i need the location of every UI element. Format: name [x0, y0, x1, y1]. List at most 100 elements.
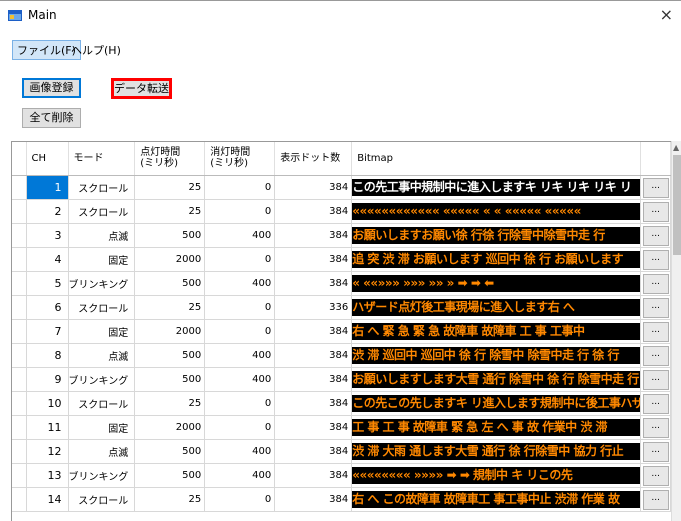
row-header[interactable] [12, 199, 27, 224]
cell-off-time[interactable]: 400 [204, 343, 276, 368]
cell-ch[interactable]: 12 [26, 439, 69, 464]
cell-ch[interactable]: 6 [26, 295, 69, 320]
column-header-off-time[interactable]: 消灯時間 (ミリ秒) [204, 142, 276, 176]
table-row[interactable]: 3 点滅 500 400 384 お願いしますお願い徐 行徐 行除雪中除雪中走 行... [12, 223, 672, 248]
cell-dot-count[interactable]: 384 [274, 223, 353, 248]
row-header[interactable] [12, 439, 27, 464]
cell-on-time[interactable]: 25 [134, 199, 206, 224]
cell-on-time[interactable]: 25 [134, 175, 206, 200]
row-header[interactable] [12, 223, 27, 248]
cell-mode[interactable]: スクロール [68, 199, 136, 224]
row-header[interactable] [12, 463, 27, 488]
cell-edit[interactable]: ... [640, 295, 672, 320]
cell-ch[interactable]: 1 [26, 175, 69, 200]
cell-mode[interactable]: 固定 [68, 247, 136, 272]
cell-on-time[interactable]: 25 [134, 487, 206, 512]
cell-mode[interactable]: 固定 [68, 415, 136, 440]
cell-mode[interactable]: 固定 [68, 319, 136, 344]
cell-mode[interactable]: スクロール [68, 487, 136, 512]
table-row[interactable]: 12 点滅 500 400 384 渋 滞 大雨 通します大雪 通行 徐 行除雪中 協力 … [12, 439, 672, 464]
cell-dot-count[interactable]: 384 [274, 391, 353, 416]
cell-off-time[interactable]: 400 [204, 463, 276, 488]
row-header[interactable] [12, 175, 27, 200]
image-register-button[interactable]: 画像登録 [22, 78, 81, 98]
cell-off-time[interactable]: 0 [204, 487, 276, 512]
cell-ch[interactable]: 13 [26, 463, 69, 488]
cell-on-time[interactable]: 2000 [134, 319, 206, 344]
cell-off-time[interactable]: 0 [204, 199, 276, 224]
cell-ch[interactable]: 5 [26, 271, 69, 296]
row-header[interactable] [12, 367, 27, 392]
row-header[interactable] [12, 391, 27, 416]
cell-ch[interactable]: 10 [26, 391, 69, 416]
cell-mode[interactable]: スクロール [68, 295, 136, 320]
cell-edit[interactable]: ... [640, 271, 672, 296]
clear-all-button[interactable]: 全て削除 [22, 108, 81, 128]
table-row[interactable]: 10 スクロール 25 0 384 この先この先しますキ リ進入します規制中に後工事ハザー… [12, 391, 672, 416]
row-edit-button[interactable]: ... [642, 417, 669, 438]
column-header-dot-count[interactable]: 表示ドット数 [274, 142, 353, 176]
scroll-up-icon[interactable]: ▲ [673, 143, 679, 152]
table-row[interactable]: 7 固定 2000 0 384 右 へ 緊 急 緊 急 故障車 故障車 工 事 工事中..… [12, 319, 672, 344]
cell-dot-count[interactable]: 384 [274, 343, 353, 368]
cell-edit[interactable]: ... [640, 223, 672, 248]
cell-ch[interactable]: 4 [26, 247, 69, 272]
cell-ch[interactable]: 9 [26, 367, 69, 392]
vertical-scrollbar[interactable]: ▲ [671, 141, 681, 521]
cell-on-time[interactable]: 500 [134, 439, 206, 464]
cell-on-time[interactable]: 25 [134, 391, 206, 416]
row-edit-button[interactable]: ... [642, 249, 669, 270]
cell-edit[interactable]: ... [640, 463, 672, 488]
cell-mode[interactable]: スクロール [68, 391, 136, 416]
cell-ch[interactable]: 2 [26, 199, 69, 224]
cell-dot-count[interactable]: 384 [274, 247, 353, 272]
row-edit-button[interactable]: ... [642, 441, 669, 462]
cell-dot-count[interactable]: 384 [274, 439, 353, 464]
channel-grid[interactable]: CH モード 点灯時間 (ミリ秒) 消灯時間 (ミリ秒) 表示ドット数 Bitm… [11, 141, 681, 521]
column-header-on-time[interactable]: 点灯時間 (ミリ秒) [134, 142, 206, 176]
row-edit-button[interactable]: ... [642, 297, 669, 318]
table-row[interactable]: 1 スクロール 25 0 384 この先工事中規制中に進入しますキ リキ リキ リキ リ.… [12, 175, 672, 200]
row-edit-button[interactable]: ... [642, 321, 669, 342]
cell-off-time[interactable]: 0 [204, 415, 276, 440]
cell-edit[interactable]: ... [640, 247, 672, 272]
row-header[interactable] [12, 415, 27, 440]
scroll-thumb[interactable] [673, 155, 681, 255]
cell-edit[interactable]: ... [640, 391, 672, 416]
table-row[interactable]: 4 固定 2000 0 384 追 突 渋 滞 お願いします 巡回中 徐 行 お願いします… [12, 247, 672, 272]
data-transfer-button[interactable]: データ転送 [111, 78, 172, 99]
cell-on-time[interactable]: 2000 [134, 247, 206, 272]
row-header[interactable] [12, 343, 27, 368]
cell-ch[interactable]: 14 [26, 487, 69, 512]
cell-edit[interactable]: ... [640, 487, 672, 512]
cell-ch[interactable]: 7 [26, 319, 69, 344]
row-header[interactable] [12, 319, 27, 344]
table-row[interactable]: 5 ブリンキング 500 400 384 « ««»»» »»» »» » ➡ ➡ ⬅..… [12, 271, 672, 296]
cell-edit[interactable]: ... [640, 199, 672, 224]
row-header[interactable] [12, 487, 27, 512]
column-header-mode[interactable]: モード [68, 142, 136, 176]
row-edit-button[interactable]: ... [642, 273, 669, 294]
column-header-ch[interactable]: CH [26, 142, 69, 176]
table-row[interactable]: 11 固定 2000 0 384 工 事 工 事 故障車 緊 急 左 へ 事 故 作業中 … [12, 415, 672, 440]
cell-on-time[interactable]: 500 [134, 223, 206, 248]
cell-dot-count[interactable]: 384 [274, 175, 353, 200]
table-row[interactable]: 13 ブリンキング 500 400 384 «««««««« »»»» ➡ ➡ 規制中 キ… [12, 463, 672, 488]
cell-on-time[interactable]: 500 [134, 271, 206, 296]
cell-edit[interactable]: ... [640, 175, 672, 200]
cell-mode[interactable]: 点滅 [68, 223, 136, 248]
cell-ch[interactable]: 3 [26, 223, 69, 248]
row-edit-button[interactable]: ... [642, 225, 669, 246]
cell-off-time[interactable]: 400 [204, 223, 276, 248]
table-row[interactable]: 9 ブリンキング 500 400 384 お願いしますします大雪 通行 除雪中 徐 行 除… [12, 367, 672, 392]
cell-on-time[interactable]: 500 [134, 367, 206, 392]
cell-dot-count[interactable]: 384 [274, 271, 353, 296]
table-row[interactable]: 8 点滅 500 400 384 渋 滞 巡回中 巡回中 徐 行 除雪中 除雪中走 行 徐… [12, 343, 672, 368]
cell-dot-count[interactable]: 384 [274, 487, 353, 512]
cell-off-time[interactable]: 0 [204, 319, 276, 344]
row-header[interactable] [12, 295, 27, 320]
cell-mode[interactable]: ブリンキング [68, 271, 136, 296]
cell-off-time[interactable]: 0 [204, 295, 276, 320]
cell-on-time[interactable]: 25 [134, 295, 206, 320]
cell-mode[interactable]: 点滅 [68, 439, 136, 464]
